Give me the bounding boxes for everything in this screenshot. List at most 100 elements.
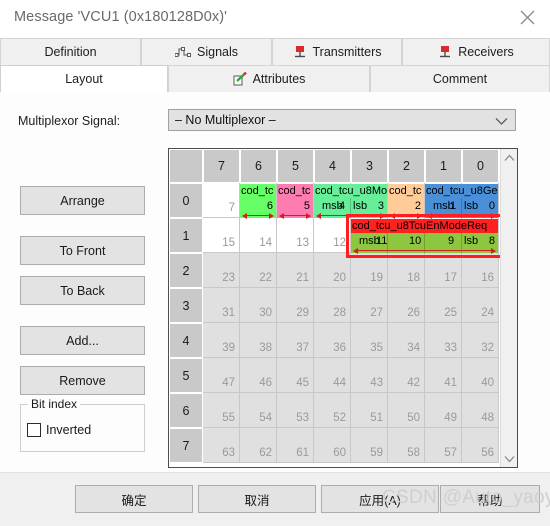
grid-bit-cell[interactable]: 21 bbox=[277, 253, 314, 288]
grid-bit-cell[interactable]: 29 bbox=[277, 288, 314, 323]
grid-column-header[interactable]: 2 bbox=[388, 149, 425, 183]
tab-comment[interactable]: Comment bbox=[370, 65, 550, 92]
grid-column-header[interactable]: 6 bbox=[240, 149, 277, 183]
grid-row-header[interactable]: 2 bbox=[169, 253, 203, 288]
tab-transmitters[interactable]: Transmitters bbox=[272, 38, 402, 65]
grid-row-header[interactable]: 7 bbox=[169, 428, 203, 463]
grid-bit-cell[interactable]: 57 bbox=[425, 428, 462, 463]
layout-grid[interactable]: 7654321007654321011514131211109822322212… bbox=[168, 148, 518, 468]
grid-bit-cell[interactable]: 31 bbox=[203, 288, 240, 323]
close-icon[interactable] bbox=[504, 0, 550, 34]
grid-bit-cell[interactable]: 44 bbox=[314, 358, 351, 393]
grid-bit-cell[interactable]: 43 bbox=[351, 358, 388, 393]
grid-bit-cell[interactable]: 45 bbox=[277, 358, 314, 393]
inverted-checkbox-label: Inverted bbox=[46, 423, 92, 437]
grid-bit-cell[interactable]: 41 bbox=[425, 358, 462, 393]
grid-bit-cell[interactable]: 59 bbox=[351, 428, 388, 463]
grid-bit-cell[interactable]: 56 bbox=[462, 428, 499, 463]
grid-row-header[interactable]: 0 bbox=[169, 183, 203, 218]
inverted-checkbox[interactable] bbox=[27, 423, 41, 437]
grid-row-header[interactable]: 3 bbox=[169, 288, 203, 323]
grid-bit-cell[interactable]: 47 bbox=[203, 358, 240, 393]
grid-signal-block[interactable]: cod_tcu_u8Ge msb 1 lsb 0 bbox=[425, 184, 498, 219]
grid-bit-cell[interactable]: 25 bbox=[425, 288, 462, 323]
tab-receivers[interactable]: Receivers bbox=[402, 38, 550, 65]
grid-bit-cell[interactable]: 32 bbox=[462, 323, 499, 358]
tab-signals[interactable]: Signals bbox=[141, 38, 272, 65]
grid-bit-cell[interactable]: 28 bbox=[314, 288, 351, 323]
grid-bit-cell[interactable]: 58 bbox=[388, 428, 425, 463]
grid-bit-cell[interactable]: 16 bbox=[462, 253, 499, 288]
grid-bit-cell[interactable]: 39 bbox=[203, 323, 240, 358]
grid-bit-cell[interactable]: 27 bbox=[351, 288, 388, 323]
grid-bit-cell[interactable]: 63 bbox=[203, 428, 240, 463]
grid-bit-cell[interactable]: 12 bbox=[314, 218, 351, 253]
grid-bit-cell[interactable]: 53 bbox=[277, 393, 314, 428]
grid-bit-cell[interactable]: 52 bbox=[314, 393, 351, 428]
help-button[interactable]: 帮助 bbox=[440, 485, 540, 513]
to-back-button[interactable]: To Back bbox=[20, 276, 145, 305]
grid-bit-cell[interactable]: 33 bbox=[425, 323, 462, 358]
remove-button[interactable]: Remove bbox=[20, 366, 145, 395]
grid-bit-cell[interactable]: 54 bbox=[240, 393, 277, 428]
grid-vertical-scrollbar[interactable] bbox=[500, 149, 517, 467]
grid-bit-cell[interactable]: 42 bbox=[388, 358, 425, 393]
grid-bit-cell[interactable]: 30 bbox=[240, 288, 277, 323]
inverted-checkbox-row[interactable]: Inverted bbox=[27, 423, 91, 437]
grid-column-header[interactable]: 7 bbox=[203, 149, 240, 183]
arrange-button[interactable]: Arrange bbox=[20, 186, 145, 215]
grid-bit-cell[interactable]: 55 bbox=[203, 393, 240, 428]
grid-bit-cell[interactable]: 60 bbox=[314, 428, 351, 463]
grid-signal-block[interactable]: cod_tc 6 bbox=[240, 184, 276, 219]
grid-bit-cell[interactable]: 19 bbox=[351, 253, 388, 288]
chevron-down-icon[interactable] bbox=[501, 450, 517, 467]
apply-button[interactable]: 应用(A) bbox=[321, 485, 439, 513]
grid-bit-cell[interactable]: 50 bbox=[388, 393, 425, 428]
grid-row-header[interactable]: 6 bbox=[169, 393, 203, 428]
grid-bit-cell[interactable]: 7 bbox=[203, 183, 240, 218]
grid-bit-cell[interactable]: 17 bbox=[425, 253, 462, 288]
grid-column-header[interactable]: 3 bbox=[351, 149, 388, 183]
to-front-button[interactable]: To Front bbox=[20, 236, 145, 265]
ok-button[interactable]: 确定 bbox=[75, 485, 193, 513]
grid-row-header[interactable]: 5 bbox=[169, 358, 203, 393]
grid-bit-cell[interactable]: 20 bbox=[314, 253, 351, 288]
cancel-button[interactable]: 取消 bbox=[198, 485, 316, 513]
grid-bit-cell[interactable]: 37 bbox=[277, 323, 314, 358]
grid-bit-cell[interactable]: 51 bbox=[351, 393, 388, 428]
add-button[interactable]: Add... bbox=[20, 326, 145, 355]
grid-bit-cell[interactable]: 49 bbox=[425, 393, 462, 428]
grid-signal-block[interactable]: cod_tc 2 bbox=[388, 184, 424, 219]
grid-bit-cell[interactable]: 35 bbox=[351, 323, 388, 358]
grid-bit-cell[interactable]: 40 bbox=[462, 358, 499, 393]
tab-layout[interactable]: Layout bbox=[0, 65, 168, 92]
chevron-up-icon[interactable] bbox=[501, 149, 517, 166]
grid-row-header[interactable]: 1 bbox=[169, 218, 203, 253]
grid-bit-cell[interactable]: 34 bbox=[388, 323, 425, 358]
grid-bit-cell[interactable]: 61 bbox=[277, 428, 314, 463]
multiplexor-signal-select[interactable]: – No Multiplexor – bbox=[168, 109, 516, 131]
grid-bit-cell[interactable]: 22 bbox=[240, 253, 277, 288]
grid-bit-cell[interactable]: 36 bbox=[314, 323, 351, 358]
grid-bit-cell[interactable]: 15 bbox=[203, 218, 240, 253]
grid-row-header[interactable]: 4 bbox=[169, 323, 203, 358]
grid-signal-block[interactable]: cod_tcu_u8TcuEnModeReq msb 11 10 9 lsb 8 bbox=[351, 219, 498, 254]
tab-attributes[interactable]: Attributes bbox=[168, 65, 370, 92]
grid-bit-cell[interactable]: 62 bbox=[240, 428, 277, 463]
grid-bit-cell[interactable]: 46 bbox=[240, 358, 277, 393]
grid-bit-cell[interactable]: 13 bbox=[277, 218, 314, 253]
grid-signal-block[interactable]: cod_tcu_u8Mo msb 4 lsb 3 bbox=[314, 184, 387, 219]
grid-bit-cell[interactable]: 18 bbox=[388, 253, 425, 288]
grid-bit-cell[interactable]: 24 bbox=[462, 288, 499, 323]
grid-column-header[interactable]: 4 bbox=[314, 149, 351, 183]
grid-bit-cell[interactable]: 23 bbox=[203, 253, 240, 288]
grid-signal-block[interactable]: cod_tc 5 bbox=[277, 184, 313, 219]
grid-bit-cell[interactable]: 38 bbox=[240, 323, 277, 358]
grid-column-header[interactable]: 0 bbox=[462, 149, 499, 183]
grid-bit-cell[interactable]: 26 bbox=[388, 288, 425, 323]
tab-definition[interactable]: Definition bbox=[0, 38, 141, 65]
grid-column-header[interactable]: 5 bbox=[277, 149, 314, 183]
grid-column-header[interactable]: 1 bbox=[425, 149, 462, 183]
grid-bit-cell[interactable]: 14 bbox=[240, 218, 277, 253]
grid-bit-cell[interactable]: 48 bbox=[462, 393, 499, 428]
